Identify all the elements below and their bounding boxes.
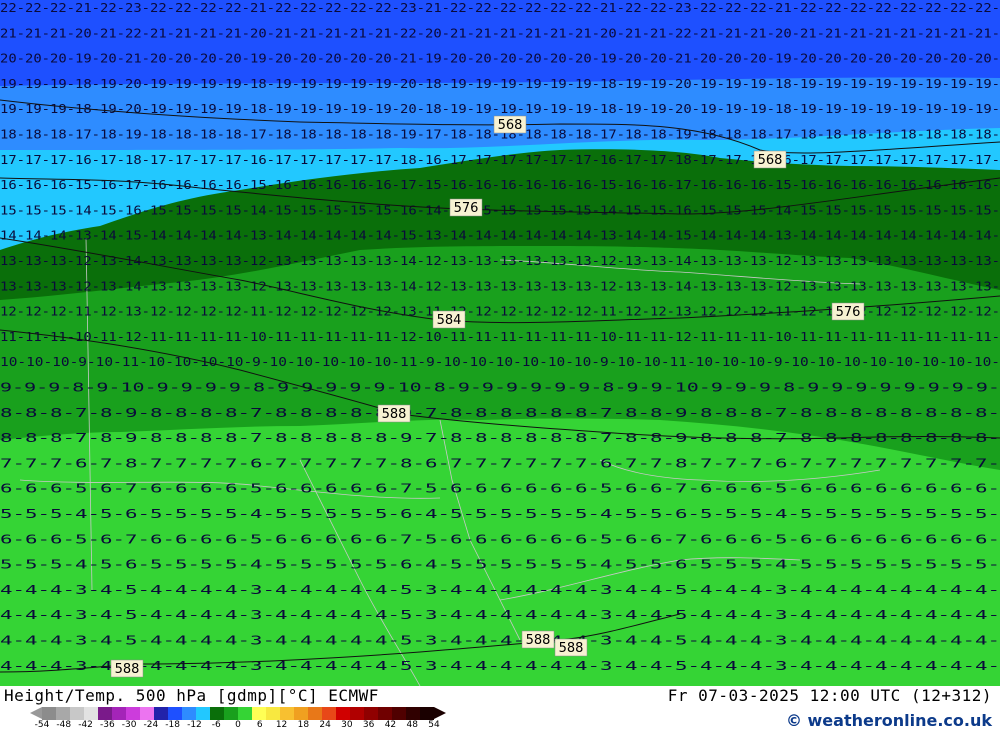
legend-tick: -48 — [56, 720, 72, 730]
height-label: 588 — [521, 630, 555, 649]
height-label: 588 — [110, 659, 144, 678]
legend-tick: -24 — [143, 720, 159, 730]
temperature-row: 19-19-19-18-19-20-19-19-19-19-18-19-19-1… — [0, 77, 1000, 91]
legend-tick: -36 — [99, 720, 115, 730]
legend-swatch — [56, 707, 70, 720]
temperature-row: 6-6-6-5-6-7-6-6-6-6-5-6-6-6-6-6-7-5-6-6-… — [0, 532, 1000, 546]
legend-tick: 24 — [319, 720, 331, 730]
legend-swatch — [294, 707, 308, 720]
temperature-row: 6-6-6-5-6-7-6-6-6-6-5-6-6-6-6-6-7-5-6-6-… — [0, 482, 1000, 496]
legend-swatch — [84, 707, 98, 720]
legend-tick: 6 — [256, 720, 263, 730]
temperature-row: 20-20-20-19-20-21-20-20-20-20-19-20-20-2… — [0, 52, 1000, 66]
temperature-row: 14-14-14-13-14-15-14-14-14-14-13-14-14-1… — [0, 229, 1000, 243]
legend-tick: -12 — [187, 720, 202, 730]
legend-swatch — [322, 707, 336, 720]
height-label: 576 — [831, 302, 865, 321]
height-label-value: 588 — [115, 662, 140, 677]
legend-swatch — [238, 707, 252, 720]
legend-swatch — [392, 707, 406, 720]
height-label: 576 — [449, 198, 483, 217]
map-footer: Height/Temp. 500 hPa [gdmp][°C] ECMWF Fr… — [0, 686, 1000, 733]
valid-time: Fr 07-03-2025 12:00 UTC (12+312) — [667, 686, 992, 705]
legend-swatch — [252, 707, 266, 720]
temperature-row: 10-10-10-9-10-11-10-10-10-10-9-10-10-10-… — [0, 355, 1000, 369]
legend-tick: 54 — [428, 720, 440, 730]
legend-tick: -18 — [165, 720, 181, 730]
temperature-row: 4-4-4-3-4-5-4-4-4-4-3-4-4-4-4-4-5-3-4-4-… — [0, 659, 1000, 673]
legend-tick: 36 — [362, 720, 375, 730]
legend-swatch — [210, 707, 224, 720]
legend-swatch — [140, 707, 154, 720]
legend-tick: -54 — [34, 720, 50, 730]
legend-swatch — [406, 707, 420, 720]
legend-swatch — [154, 707, 168, 720]
temperature-row: 9-9-9-8-9-10-9-9-9-9-8-9-9-9-9-9-10-8-9-… — [0, 381, 1000, 395]
height-label-value: 576 — [836, 305, 861, 320]
height-label-value: 588 — [382, 407, 407, 422]
temperature-row: 8-8-8-7-8-9-8-8-8-8-7-8-8-8-8-8-9-7-8-8-… — [0, 406, 1000, 420]
legend-swatch — [266, 707, 280, 720]
legend-swatch — [364, 707, 378, 720]
legend-swatch — [224, 707, 238, 720]
legend-swatch — [42, 707, 56, 720]
legend-tick: 42 — [384, 720, 397, 730]
height-label: 584 — [432, 310, 466, 329]
temperature-row: 21-21-21-20-21-22-21-21-21-21-20-21-21-2… — [0, 26, 1000, 40]
legend-swatch — [378, 707, 392, 720]
legend-tick: -42 — [78, 720, 93, 730]
legend-tick-labels: -54 -48 -42 -36 -30 -24 -18 -12 -6 0 6 12 18 24 30 36 42… — [30, 720, 470, 732]
temperature-row: 17-17-17-16-17-18-17-17-17-17-16-17-17-1… — [0, 153, 1000, 167]
temperature-row: 5-5-5-4-5-6-5-5-5-5-4-5-5-5-5-5-6-4-5-5-… — [0, 507, 1000, 521]
temperature-row: 4-4-4-3-4-5-4-4-4-4-3-4-4-4-4-4-5-3-4-4-… — [0, 583, 1000, 597]
legend-tick: 30 — [341, 720, 353, 730]
height-label-value: 568 — [758, 153, 783, 168]
legend-swatch — [70, 707, 84, 720]
copyright-link[interactable]: © weatheronline.co.uk — [786, 711, 992, 730]
temperature-row: 22-22-22-21-22-23-22-22-22-22-21-22-22-2… — [0, 1, 1000, 15]
legend-swatch — [336, 707, 350, 720]
height-label-value: 576 — [454, 201, 479, 216]
temperature-row: 13-13-13-12-13-14-13-13-13-13-12-13-13-1… — [0, 279, 1000, 293]
legend-swatch — [168, 707, 182, 720]
temperature-row: 4-4-4-3-4-5-4-4-4-4-3-4-4-4-4-4-5-3-4-4-… — [0, 608, 1000, 622]
temperature-row: 5-5-5-4-5-6-5-5-5-5-4-5-5-5-5-5-6-4-5-5-… — [0, 558, 1000, 572]
legend-tick: -6 — [211, 720, 221, 730]
legend-swatch — [182, 707, 196, 720]
legend-swatch — [420, 707, 434, 720]
height-label-value: 588 — [559, 641, 584, 656]
height-label-value: 588 — [526, 633, 551, 648]
legend-tick: 48 — [406, 720, 418, 730]
temperature-row: 11-11-11-10-11-12-11-11-11-11-10-11-11-1… — [0, 330, 1000, 344]
temperature-row: 7-7-7-6-7-8-7-7-7-7-6-7-7-7-7-7-8-6-7-7-… — [0, 456, 1000, 470]
legend-swatch — [112, 707, 126, 720]
temperature-row: 16-16-16-15-16-17-16-16-16-16-15-16-16-1… — [0, 178, 1000, 192]
legend-swatch — [126, 707, 140, 720]
height-label-value: 568 — [498, 118, 523, 133]
height-label-value: 584 — [437, 313, 462, 328]
legend-swatch — [196, 707, 210, 720]
height-label: 568 — [753, 150, 787, 169]
legend-tick: 0 — [235, 720, 241, 730]
height-label: 588 — [377, 404, 411, 423]
map-title: Height/Temp. 500 hPa [gdmp][°C] ECMWF — [4, 686, 379, 705]
legend-tick: -30 — [121, 720, 137, 730]
legend-tick: 18 — [297, 720, 310, 730]
legend-swatch — [280, 707, 294, 720]
height-label: 568 — [493, 115, 527, 134]
height-label: 588 — [554, 638, 588, 657]
legend-arrow-right-icon — [434, 707, 446, 719]
temperature-row: 13-13-13-12-13-14-13-13-13-13-12-13-13-1… — [0, 254, 1000, 268]
weather-map[interactable]: 22-22-22-21-22-23-22-22-22-22-21-22-22-2… — [0, 0, 1000, 686]
legend-swatch — [308, 707, 322, 720]
legend-tick: 12 — [275, 720, 288, 730]
color-legend: -54 -48 -42 -36 -30 -24 -18 -12 -6 0 6 12 18 24 30 36 42… — [30, 705, 460, 733]
legend-arrow-left-icon — [30, 707, 42, 719]
legend-swatch — [350, 707, 364, 720]
legend-swatch — [98, 707, 112, 720]
legend-color-bar — [42, 707, 434, 720]
